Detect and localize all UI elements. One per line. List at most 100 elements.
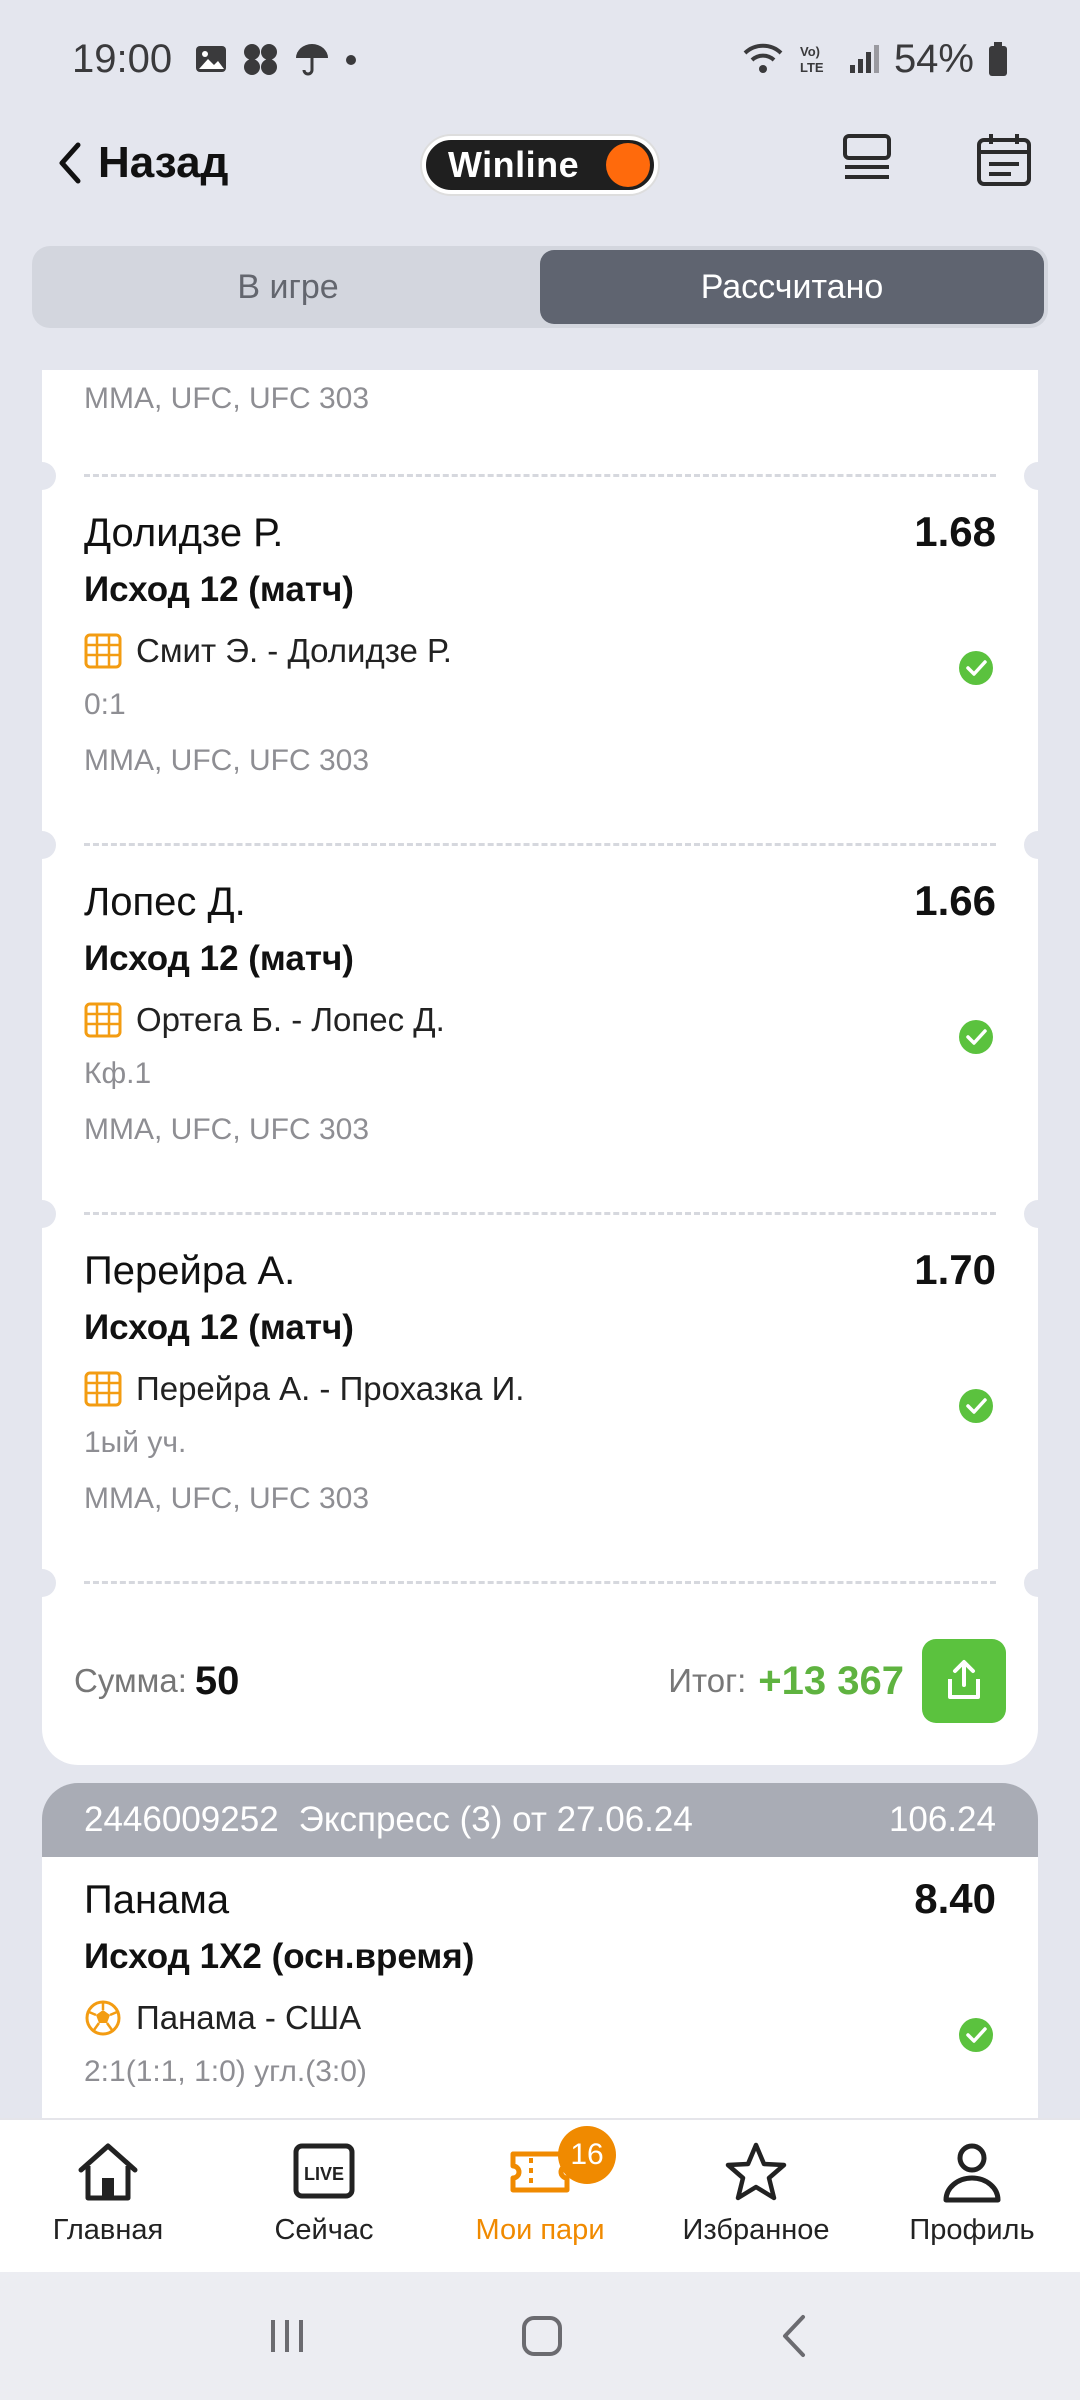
back-button[interactable]: Назад xyxy=(56,138,228,188)
match-name: Панама - США xyxy=(136,1999,362,2036)
segment-in-game[interactable]: В игре xyxy=(36,250,540,324)
bet-league: MMA, UFC, UFC 303 xyxy=(84,1113,370,1146)
soccer-ball-icon xyxy=(85,2000,121,2036)
bet-item[interactable]: Панама 8.40 Исход 1X2 (осн.время) Панама… xyxy=(42,1857,1038,2118)
status-time: 19:00 xyxy=(72,36,173,81)
coupon-summary: Сумма: 50 Итог: +13 367 xyxy=(42,1597,1038,1765)
chevron-left-icon xyxy=(59,142,81,184)
home-nav-icon[interactable] xyxy=(519,2313,565,2359)
bets-list[interactable]: MMA, UFC, UFC 303 Долидзе Р. 1.68 Исход … xyxy=(42,370,1038,2118)
tab-label: Сейчас xyxy=(274,2214,374,2246)
signal-icon xyxy=(849,45,879,73)
list-view-icon xyxy=(843,134,891,179)
tab-my-bets[interactable]: 16 Мои пари xyxy=(432,2120,648,2272)
share-icon xyxy=(948,1660,980,1699)
notification-icons xyxy=(194,42,358,76)
tab-profile[interactable]: Профиль xyxy=(864,2120,1080,2272)
tab-label: Главная xyxy=(52,2214,164,2246)
segment-control: В игре Рассчитано xyxy=(32,246,1048,328)
bet-match: Ортега Б. - Лопес Д. xyxy=(84,1001,996,1039)
bet-result: 0:1 xyxy=(84,688,126,721)
check-icon xyxy=(959,651,993,685)
list-view-button[interactable] xyxy=(842,132,892,189)
bets-count-badge: 16 xyxy=(558,2126,616,2184)
battery-percent: 54% xyxy=(893,36,974,81)
match-name: Ортега Б. - Лопес Д. xyxy=(136,1001,445,1038)
bottom-tab-bar: Главная LIVE Сейчас 16 Мои пари Избранно… xyxy=(0,2118,1080,2272)
octagon-icon xyxy=(84,633,122,669)
coupon-amount: 106.24 xyxy=(888,1800,996,1839)
app-icon xyxy=(244,44,278,75)
bet-match: Панама - США xyxy=(84,1999,996,2037)
match-name: Перейра А. - Прохазка И. xyxy=(136,1370,525,1407)
bet-outcome: Исход 1X2 (осн.время) xyxy=(84,1937,475,1976)
divider xyxy=(42,831,1038,859)
live-icon: LIVE xyxy=(293,2143,355,2199)
segment-settled[interactable]: Рассчитано xyxy=(540,250,1044,324)
recent-apps-icon[interactable] xyxy=(265,2314,309,2358)
check-icon xyxy=(959,2018,993,2052)
divider xyxy=(42,1569,1038,1597)
calendar-button[interactable] xyxy=(976,132,1032,193)
tab-favorites[interactable]: Избранное xyxy=(648,2120,864,2272)
divider xyxy=(42,462,1038,490)
bet-item[interactable]: Лопес Д. 1.66 Исход 12 (матч) Ортега Б. … xyxy=(42,859,1038,1200)
bet-remnant: MMA, UFC, UFC 303 xyxy=(42,370,1038,462)
bet-selection: Панама xyxy=(84,1878,230,1922)
wifi-icon xyxy=(743,43,783,73)
total-label: Итог: xyxy=(668,1662,747,1699)
coupon-id: 2446009252 xyxy=(84,1800,279,1839)
svg-text:LIVE: LIVE xyxy=(304,2164,344,2184)
volte-icon: Vo)LTE xyxy=(800,44,824,75)
tab-live[interactable]: LIVE Сейчас xyxy=(216,2120,432,2272)
umbrella-icon xyxy=(296,44,329,76)
bet-selection: Перейра А. xyxy=(84,1249,296,1293)
bet-league: MMA, UFC, UFC 303 xyxy=(84,382,370,415)
octagon-icon xyxy=(84,1002,122,1038)
tab-label: Избранное xyxy=(682,2214,830,2246)
bet-result: Кф.1 xyxy=(84,1057,152,1090)
back-nav-icon[interactable] xyxy=(775,2313,815,2359)
coupon-header[interactable]: 2446009252 Экспресс (3) от 27.06.24 106.… xyxy=(42,1783,1038,1857)
sum-value: 50 xyxy=(194,1658,240,1703)
tab-home[interactable]: Главная xyxy=(0,2120,216,2272)
total-value: +13 367 xyxy=(758,1658,904,1703)
bet-outcome: Исход 12 (матч) xyxy=(84,570,354,609)
sum-label: Сумма: xyxy=(74,1662,187,1699)
gallery-icon xyxy=(196,46,227,72)
bet-item[interactable]: Перейра А. 1.70 Исход 12 (матч) Перейра … xyxy=(42,1228,1038,1569)
app-header: Назад Winline xyxy=(0,118,1080,218)
bet-odds: 1.68 xyxy=(914,508,996,555)
winline-logo: Winline xyxy=(422,136,658,194)
tab-label: Мои пари xyxy=(475,2214,605,2246)
bet-odds: 8.40 xyxy=(914,1875,996,1922)
tab-label: Профиль xyxy=(909,2214,1035,2246)
svg-text:LTE: LTE xyxy=(800,60,824,75)
bet-odds: 1.70 xyxy=(914,1246,996,1293)
divider xyxy=(42,1200,1038,1228)
profile-icon xyxy=(943,2143,1001,2203)
octagon-icon xyxy=(84,1371,122,1407)
coupon-description: Экспресс (3) от 27.06.24 xyxy=(298,1800,693,1839)
bet-selection: Лопес Д. xyxy=(84,880,246,924)
logo-dot xyxy=(606,143,650,187)
bet-selection: Долидзе Р. xyxy=(84,511,284,555)
bet-match: Смит Э. - Долидзе Р. xyxy=(84,632,996,670)
bet-league: MMA, UFC, UFC 303 xyxy=(84,744,370,777)
dot-icon xyxy=(346,55,357,65)
bet-outcome: Исход 12 (матч) xyxy=(84,939,354,978)
bet-item[interactable]: Долидзе Р. 1.68 Исход 12 (матч) Смит Э. … xyxy=(42,490,1038,831)
bet-league: MMA, UFC, UFC 303 xyxy=(84,1482,370,1515)
bet-result: 1ый уч. xyxy=(84,1426,187,1459)
home-icon xyxy=(78,2143,138,2201)
share-button[interactable] xyxy=(922,1639,1006,1723)
check-icon xyxy=(959,1020,993,1054)
battery-icon xyxy=(989,42,1007,76)
system-nav-bar xyxy=(0,2272,1080,2400)
calendar-icon xyxy=(977,134,1031,186)
back-label: Назад xyxy=(98,138,229,187)
bet-outcome: Исход 12 (матч) xyxy=(84,1308,354,1347)
match-name: Смит Э. - Долидзе Р. xyxy=(136,632,452,669)
bet-result: 2:1(1:1, 1:0) угл.(3:0) xyxy=(84,2055,367,2088)
bet-match: Перейра А. - Прохазка И. xyxy=(84,1370,996,1408)
